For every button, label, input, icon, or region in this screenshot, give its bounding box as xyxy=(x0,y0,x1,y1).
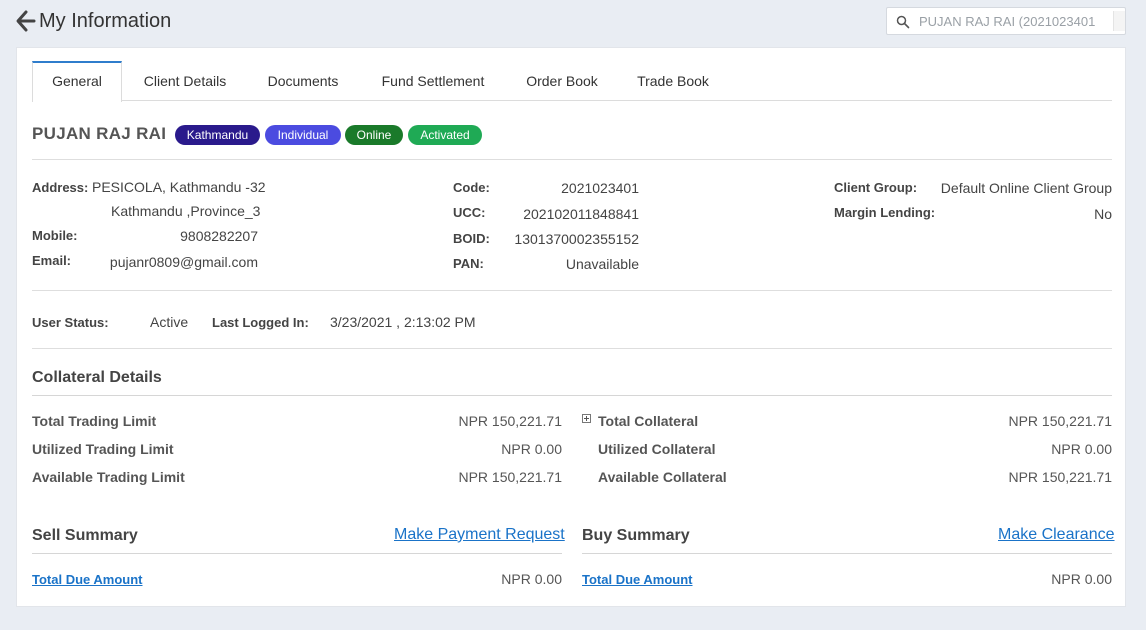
total-collateral-label: Total Collateral xyxy=(598,413,699,429)
sell-total-due-link[interactable]: Total Due Amount xyxy=(32,572,143,587)
tab-general[interactable]: General xyxy=(32,61,122,102)
top-bar: My Information xyxy=(0,0,1146,44)
utilized-collateral-value: NPR 0.00 xyxy=(1051,441,1112,457)
available-trading-limit-label: Available Trading Limit xyxy=(32,469,185,485)
address-line2: Kathmandu ,Province_3 xyxy=(111,203,261,219)
client-group-value: Default Online Client Group xyxy=(940,180,1112,196)
ucc-label: UCC: xyxy=(453,205,486,220)
utilized-collateral-label: Utilized Collateral xyxy=(598,441,716,457)
search-icon xyxy=(896,15,910,29)
badge-kathmandu: Kathmandu xyxy=(175,125,260,145)
buy-total-due-value: NPR 0.00 xyxy=(1051,571,1112,587)
tab-bar: General Client Details Documents Fund Se… xyxy=(32,61,1112,102)
utilized-trading-limit-value: NPR 0.00 xyxy=(501,441,562,457)
collateral-title: Collateral Details xyxy=(32,369,162,386)
mobile-value: 9808282207 xyxy=(180,228,258,244)
client-name: PUJAN RAJ RAI xyxy=(32,124,167,143)
badge-individual: Individual xyxy=(265,125,341,145)
margin-lending-label: Margin Lending: xyxy=(834,205,936,220)
user-status-value: Active xyxy=(150,314,189,330)
utilized-trading-limit-label: Utilized Trading Limit xyxy=(32,441,174,457)
search-input[interactable] xyxy=(919,11,1115,31)
client-search[interactable] xyxy=(886,7,1126,35)
sell-total-due-value: NPR 0.00 xyxy=(501,571,562,587)
information-card: General Client Details Documents Fund Se… xyxy=(16,47,1126,607)
mobile-label: Mobile: xyxy=(32,228,78,243)
make-payment-request-link[interactable]: Make Payment Request xyxy=(394,526,565,544)
code-label: Code: xyxy=(453,180,490,195)
divider xyxy=(32,553,562,554)
available-collateral-label: Available Collateral xyxy=(598,469,727,485)
margin-lending-value: No xyxy=(1094,206,1112,222)
total-collateral-value: NPR 150,221.71 xyxy=(1008,413,1112,429)
badge-online: Online xyxy=(345,125,403,145)
available-trading-limit-value: NPR 150,221.71 xyxy=(458,469,562,485)
user-status-label: User Status: xyxy=(32,315,109,330)
address-line1: PESICOLA, Kathmandu -32 xyxy=(92,179,266,195)
divider xyxy=(32,159,1112,160)
divider xyxy=(582,553,1112,554)
divider xyxy=(32,348,1112,349)
total-trading-limit-label: Total Trading Limit xyxy=(32,413,157,429)
last-logged-value: 3/23/2021 , 2:13:02 PM xyxy=(330,314,476,330)
client-group-label: Client Group: xyxy=(834,180,918,195)
boid-label: BOID: xyxy=(453,231,490,246)
tab-client-details[interactable]: Client Details xyxy=(132,61,238,101)
divider xyxy=(32,395,1112,396)
badge-activated: Activated xyxy=(408,125,482,145)
ucc-value: 202102011848841 xyxy=(523,206,639,222)
tab-order-book[interactable]: Order Book xyxy=(518,61,606,101)
make-clearance-link[interactable]: Make Clearance xyxy=(998,526,1115,544)
address-label: Address: xyxy=(32,180,89,195)
page-title: My Information xyxy=(39,10,172,32)
boid-value: 1301370002355152 xyxy=(514,231,639,247)
last-logged-label: Last Logged In: xyxy=(212,315,309,330)
code-value: 2021023401 xyxy=(561,180,639,196)
email-value: pujanr0809@gmail.com xyxy=(109,254,258,270)
tab-fund-settlement[interactable]: Fund Settlement xyxy=(372,61,494,101)
divider xyxy=(32,290,1112,291)
tab-trade-book[interactable]: Trade Book xyxy=(630,61,716,101)
back-arrow-icon[interactable] xyxy=(15,8,39,34)
pan-value: Unavailable xyxy=(565,256,639,272)
email-label: Email: xyxy=(32,253,72,268)
total-trading-limit-value: NPR 150,221.71 xyxy=(458,413,562,429)
tab-documents[interactable]: Documents xyxy=(258,61,348,101)
sell-summary-title: Sell Summary xyxy=(32,527,138,544)
buy-total-due-link[interactable]: Total Due Amount xyxy=(582,572,693,587)
pan-label: PAN: xyxy=(453,256,484,271)
available-collateral-value: NPR 150,221.71 xyxy=(1008,469,1112,485)
search-scrollbar xyxy=(1113,11,1125,31)
expand-plus-icon[interactable] xyxy=(582,414,591,423)
buy-summary-title: Buy Summary xyxy=(582,527,690,544)
